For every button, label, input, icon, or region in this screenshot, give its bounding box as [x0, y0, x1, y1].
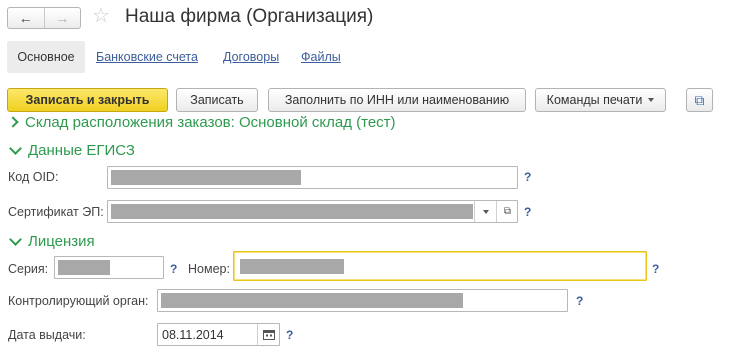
chevron-down-icon [9, 233, 22, 246]
favorite-star-icon[interactable]: ☆ [92, 5, 110, 27]
tab-files[interactable]: Файлы [301, 50, 341, 64]
fill-by-inn-button[interactable]: Заполнить по ИНН или наименованию [268, 88, 526, 112]
forward-arrow-icon[interactable]: → [43, 8, 81, 28]
open-link-icon[interactable]: ⧉ [496, 201, 518, 222]
tab-contracts[interactable]: Договоры [223, 50, 279, 64]
print-commands-button[interactable]: Команды печати [535, 88, 666, 112]
chevron-down-icon [648, 98, 655, 102]
certificate-field[interactable]: ⧉ [107, 200, 518, 223]
document-copy-icon: ⧉ [694, 91, 705, 108]
series-field[interactable] [54, 256, 164, 279]
calendar-icon[interactable] [257, 324, 279, 345]
dropdown-icon[interactable] [474, 201, 496, 222]
save-and-close-button[interactable]: Записать и закрыть [7, 88, 168, 112]
issue-date-field[interactable]: 08.11.2014 [157, 323, 280, 346]
authority-label: Контролирующий орган: [8, 294, 149, 308]
save-button[interactable]: Записать [176, 88, 258, 112]
help-icon[interactable]: ? [170, 262, 177, 276]
nav-buttons: ← → [7, 7, 81, 29]
section-warehouse-label: Склад расположения заказов: Основной скл… [25, 116, 396, 131]
section-egisz-label: Данные ЕГИСЗ [28, 142, 135, 159]
section-egisz[interactable]: Данные ЕГИСЗ [8, 142, 135, 159]
redacted-value [111, 170, 301, 185]
tab-bank-accounts[interactable]: Банковские счета [96, 50, 198, 64]
number-field[interactable] [233, 251, 647, 281]
number-label: Номер: [188, 262, 230, 276]
help-icon[interactable]: ? [576, 294, 583, 308]
certificate-label: Сертификат ЭП: [8, 205, 104, 219]
chevron-down-icon [9, 142, 22, 155]
help-icon[interactable]: ? [524, 170, 531, 184]
section-license-label: Лицензия [28, 233, 95, 250]
oid-field[interactable] [107, 166, 518, 189]
redacted-value [111, 204, 473, 219]
help-icon[interactable]: ? [524, 205, 531, 219]
section-warehouse[interactable]: Склад расположения заказов: Основной скл… [8, 116, 396, 134]
issue-date-label: Дата выдачи: [8, 328, 86, 342]
section-license[interactable]: Лицензия [8, 233, 95, 250]
series-label: Серия: [8, 262, 49, 276]
tab-main[interactable]: Основное [7, 41, 85, 73]
authority-field[interactable] [157, 289, 568, 312]
issue-date-value: 08.11.2014 [162, 328, 224, 342]
page-title: Наша фирма (Организация) [125, 6, 374, 27]
back-arrow-icon[interactable]: ← [8, 8, 44, 28]
redacted-value [240, 259, 344, 274]
help-icon[interactable]: ? [286, 328, 293, 342]
redacted-value [58, 260, 110, 275]
oid-label: Код OID: [8, 170, 59, 184]
chevron-right-icon [8, 116, 19, 128]
report-button[interactable]: ⧉ [686, 88, 713, 112]
redacted-value [161, 293, 463, 308]
help-icon[interactable]: ? [652, 262, 659, 276]
print-commands-label: Команды печати [546, 93, 643, 107]
